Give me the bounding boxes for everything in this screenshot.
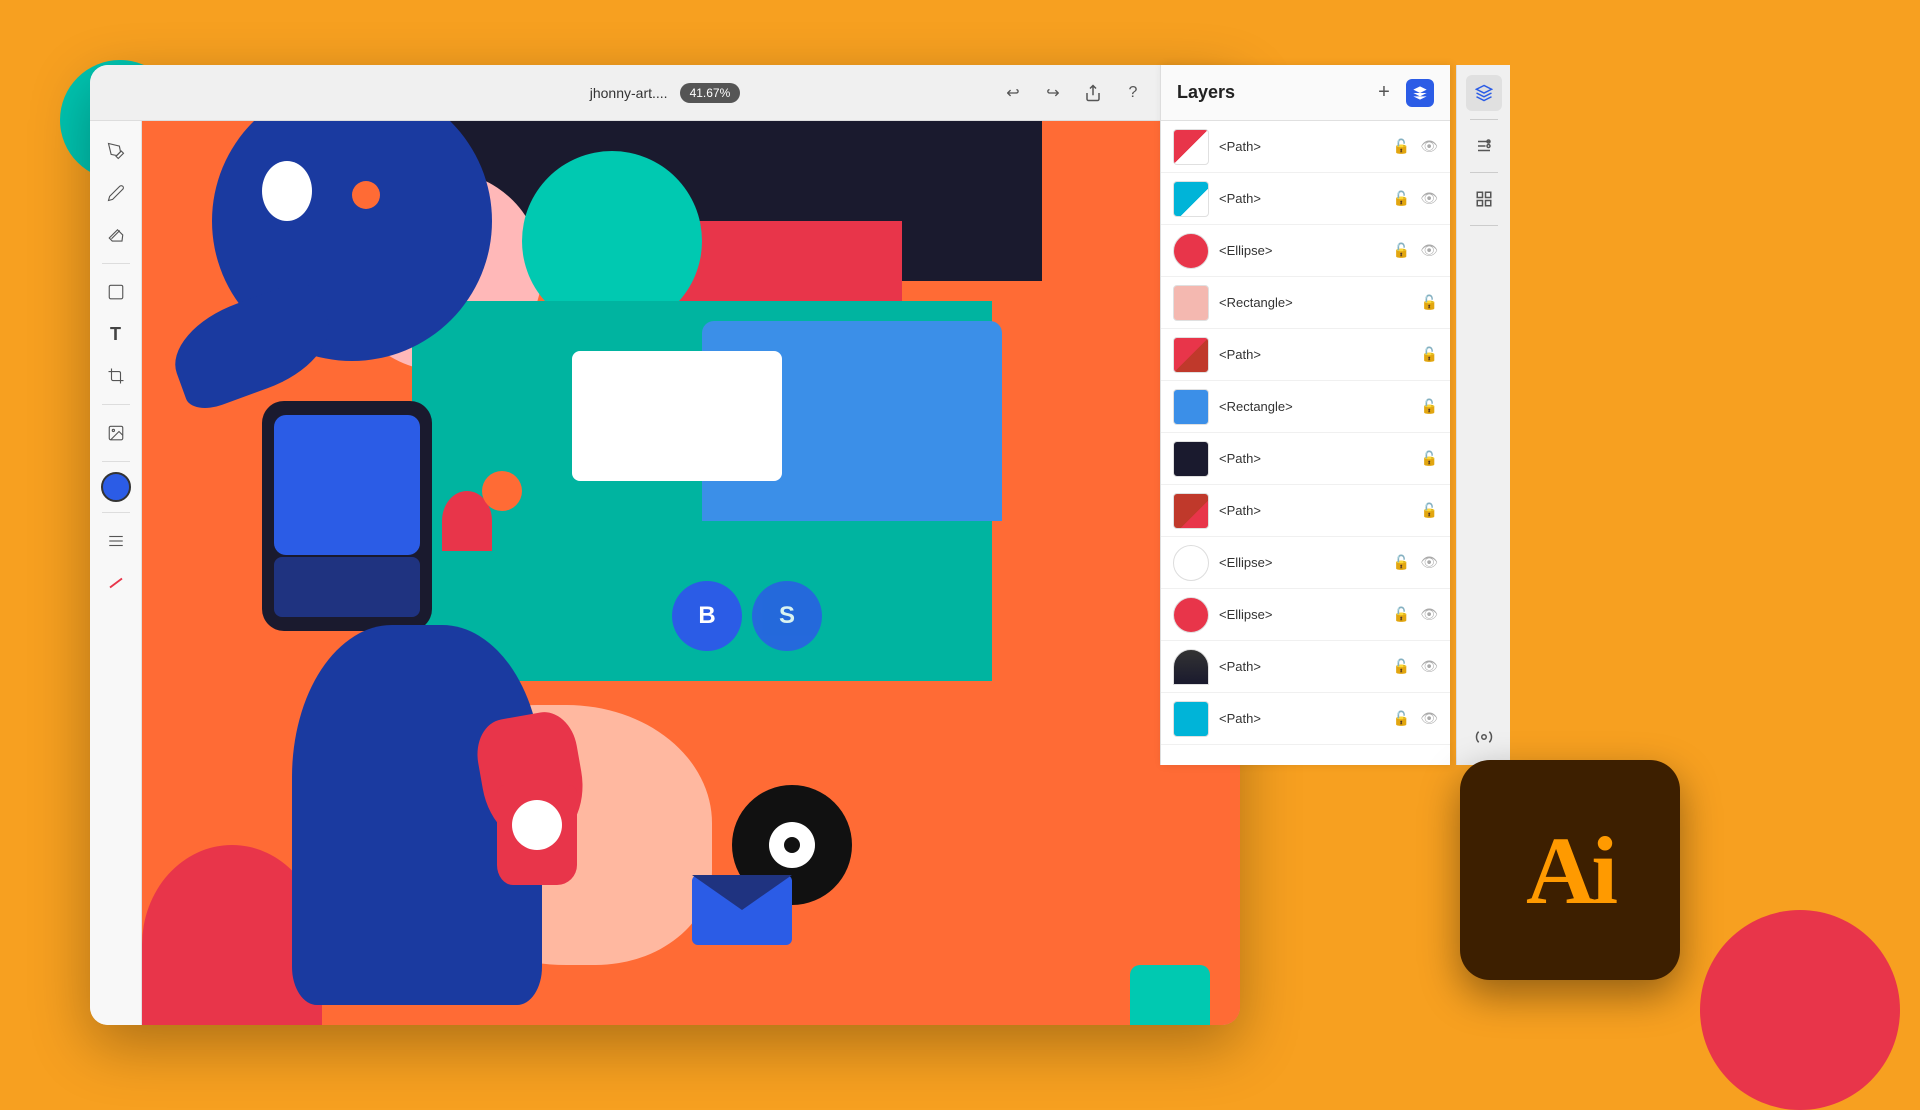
envelope: [692, 875, 792, 945]
tool-separator-1: [102, 263, 130, 264]
eye-icon[interactable]: 👁: [1420, 190, 1438, 207]
lock-icon: 🔓: [1393, 242, 1410, 259]
align-tool[interactable]: [98, 523, 134, 559]
badge-b: B: [672, 581, 742, 651]
teal-bottom-right: [1130, 965, 1210, 1025]
eye-icon[interactable]: 👁: [1420, 138, 1438, 155]
help-button[interactable]: ?: [1122, 82, 1144, 104]
zoom-level[interactable]: 41.67%: [680, 83, 741, 103]
stroke-tool[interactable]: [98, 565, 134, 601]
eye-icon[interactable]: 👁: [1420, 658, 1438, 675]
crop-tool[interactable]: [98, 358, 134, 394]
coffee-cup: [497, 785, 577, 885]
layer-item[interactable]: <Ellipse> 🔓 👁: [1161, 589, 1450, 641]
layers-panel-toggle[interactable]: [1466, 75, 1502, 111]
tool-separator-4: [102, 512, 130, 513]
layer-item[interactable]: <Rectangle> 🔓: [1161, 277, 1450, 329]
assets-button[interactable]: [1466, 181, 1502, 217]
right-panel-sep-1: [1470, 119, 1498, 120]
export-button[interactable]: [1466, 719, 1502, 755]
app-window: jhonny-art.... 41.67% ↩ ↪ ? ⚙: [90, 65, 1240, 1025]
lock-icon: 🔓: [1393, 710, 1410, 727]
lock-icon: 🔓: [1393, 606, 1410, 623]
artwork-background: B S: [142, 121, 1240, 1025]
layer-item[interactable]: <Path> 🔓 👁: [1161, 641, 1450, 693]
file-name: jhonny-art....: [590, 85, 668, 101]
undo-button[interactable]: ↩: [1002, 82, 1024, 104]
eye-white: [262, 161, 312, 221]
device-bottom: [274, 557, 420, 617]
badge-s: S: [752, 581, 822, 651]
layers-panel: Layers + <Path> 🔓 👁 <Path> 🔓 👁 <Ellips: [1160, 65, 1450, 765]
redo-button[interactable]: ↪: [1042, 82, 1064, 104]
record-center: [769, 822, 815, 868]
record-hole: [784, 837, 800, 853]
layers-panel-icon[interactable]: [1406, 79, 1434, 107]
properties-button[interactable]: [1466, 128, 1502, 164]
pen-tool[interactable]: [98, 133, 134, 169]
envelope-flap: [692, 875, 792, 910]
blue-arm: [161, 276, 342, 415]
lock-icon: 🔓: [1421, 294, 1438, 311]
layer-item[interactable]: <Path> 🔓: [1161, 485, 1450, 537]
main-area: T: [90, 121, 1240, 1025]
orange-dot-1: [482, 471, 522, 511]
lock-icon: 🔓: [1421, 398, 1438, 415]
layer-item[interactable]: <Ellipse> 🔓 👁: [1161, 225, 1450, 277]
canvas-area[interactable]: B S: [142, 121, 1240, 1025]
right-panel-icons: [1456, 65, 1510, 765]
ai-logo: Ai: [1460, 760, 1680, 980]
bottom-red-circle: [1700, 910, 1900, 1110]
white-window: [572, 351, 782, 481]
eye-icon[interactable]: 👁: [1420, 710, 1438, 727]
layers-header: Layers +: [1161, 65, 1450, 121]
eraser-tool[interactable]: [98, 217, 134, 253]
lock-icon: 🔓: [1421, 346, 1438, 363]
ai-logo-text: Ai: [1526, 815, 1614, 926]
add-layer-button[interactable]: +: [1370, 79, 1398, 107]
tool-separator-2: [102, 404, 130, 405]
lock-icon: 🔓: [1393, 658, 1410, 675]
color-swatch[interactable]: [101, 472, 131, 502]
right-panel-sep-2: [1470, 172, 1498, 173]
lock-icon: 🔓: [1421, 502, 1438, 519]
layer-item[interactable]: <Ellipse> 🔓 👁: [1161, 537, 1450, 589]
layer-item[interactable]: <Rectangle> 🔓: [1161, 381, 1450, 433]
lock-icon: 🔓: [1393, 138, 1410, 155]
right-panel-sep-3: [1470, 225, 1498, 226]
image-tool[interactable]: [98, 415, 134, 451]
device-box: [262, 401, 432, 631]
layer-item[interactable]: <Path> 🔓 👁: [1161, 173, 1450, 225]
eye-icon[interactable]: 👁: [1420, 554, 1438, 571]
layers-title: Layers: [1177, 82, 1235, 103]
pencil-tool[interactable]: [98, 175, 134, 211]
layer-item[interactable]: <Path> 🔓: [1161, 433, 1450, 485]
lock-icon: 🔓: [1393, 190, 1410, 207]
share-button[interactable]: [1082, 82, 1104, 104]
nose-dot: [352, 181, 380, 209]
left-toolbar: T: [90, 121, 142, 1025]
eye-icon[interactable]: 👁: [1420, 242, 1438, 259]
cup-white: [512, 800, 562, 850]
layer-item[interactable]: <Path> 🔓 👁: [1161, 693, 1450, 745]
layer-item[interactable]: <Path> 🔓: [1161, 329, 1450, 381]
tool-separator-3: [102, 461, 130, 462]
text-tool[interactable]: T: [98, 316, 134, 352]
layers-list: <Path> 🔓 👁 <Path> 🔓 👁 <Ellipse> 🔓 👁 <Rec…: [1161, 121, 1450, 765]
lock-icon: 🔓: [1393, 554, 1410, 571]
layer-item[interactable]: <Path> 🔓 👁: [1161, 121, 1450, 173]
rectangle-tool[interactable]: [98, 274, 134, 310]
title-bar: jhonny-art.... 41.67% ↩ ↪ ? ⚙: [90, 65, 1240, 121]
eye-icon[interactable]: 👁: [1420, 606, 1438, 623]
lock-icon: 🔓: [1421, 450, 1438, 467]
device-screen: [274, 415, 420, 555]
